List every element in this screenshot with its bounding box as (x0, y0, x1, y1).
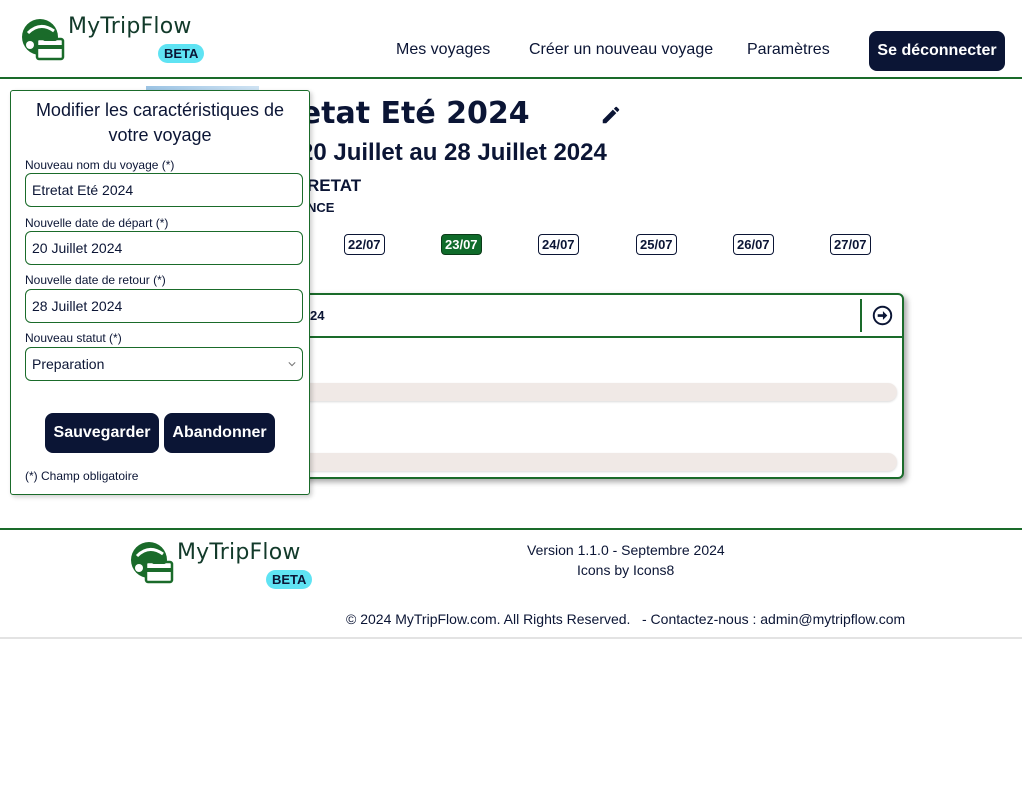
footer-brand-name: MyTripFlow (177, 540, 301, 565)
end-date-label: Nouvelle date de retour (*) (25, 273, 166, 287)
nav-settings[interactable]: Paramètres (747, 41, 830, 59)
copyright-text: © 2024 MyTripFlow.com. All Rights Reserv… (346, 611, 631, 627)
header-divider (0, 77, 1022, 79)
icons-credit[interactable]: Icons by Icons8 (577, 562, 674, 578)
edit-trip-panel: Modifier les caractéristiques de votre v… (10, 90, 310, 495)
arrow-right-circle-icon[interactable] (872, 305, 893, 326)
day-chip[interactable]: 27/07 (830, 234, 871, 255)
day-chip[interactable]: 22/07 (344, 234, 385, 255)
panel-title: Modifier les caractéristiques de votre v… (35, 100, 285, 145)
day-card: 24 (250, 293, 904, 479)
end-date-input[interactable]: 28 Juillet 2024 (25, 289, 303, 323)
brand-name[interactable]: MyTripFlow (68, 14, 192, 39)
suitcase-logo-icon[interactable] (20, 17, 66, 63)
day-chip-active[interactable]: 23/07 (441, 234, 482, 255)
activity-bar[interactable] (252, 383, 897, 401)
trip-city: RETAT (307, 176, 362, 195)
day-chip[interactable]: 26/07 (733, 234, 774, 255)
trip-country: NCE (307, 200, 335, 215)
version-text: Version 1.1.0 - Septembre 2024 (527, 542, 725, 558)
start-date-input[interactable]: 20 Juillet 2024 (25, 231, 303, 265)
start-date-label: Nouvelle date de départ (*) (25, 216, 169, 230)
required-note: (*) Champ obligatoire (25, 469, 139, 483)
footer-divider (0, 528, 1022, 530)
activity-bar[interactable] (252, 453, 897, 471)
logout-button[interactable]: Se déconnecter (869, 31, 1005, 71)
cancel-button[interactable]: Abandonner (164, 413, 275, 453)
suitcase-logo-icon (131, 542, 174, 584)
day-chip[interactable]: 24/07 (538, 234, 579, 255)
divider (860, 299, 862, 332)
trip-dates: 20 Juillet au 28 Juillet 2024 (300, 139, 607, 166)
contact-link[interactable]: - Contactez-nous : admin@mytripflow.com (642, 611, 905, 627)
name-label: Nouveau nom du voyage (*) (25, 158, 175, 172)
status-label: Nouveau statut (*) (25, 331, 122, 345)
footer-beta-badge: BETA (266, 570, 313, 589)
trip-title: retat Eté 2024 (286, 96, 530, 131)
pencil-icon[interactable] (600, 104, 622, 126)
status-value: Preparation (32, 356, 105, 372)
day-chip[interactable]: 25/07 (636, 234, 677, 255)
day-card-header: 24 (252, 295, 902, 338)
beta-badge: BETA (158, 44, 205, 63)
status-select[interactable]: Preparation (25, 347, 303, 381)
trip-name-input[interactable]: Etretat Eté 2024 (25, 173, 303, 207)
save-button[interactable]: Sauvegarder (45, 413, 159, 453)
nav-my-trips[interactable]: Mes voyages (396, 41, 490, 59)
chevron-down-icon (288, 362, 296, 367)
day-card-title: 24 (310, 308, 325, 323)
footer-bottom-divider (0, 637, 1022, 639)
header: MyTripFlow BETA Mes voyages Créer un nou… (0, 0, 1022, 78)
nav-create-trip[interactable]: Créer un nouveau voyage (529, 41, 713, 59)
